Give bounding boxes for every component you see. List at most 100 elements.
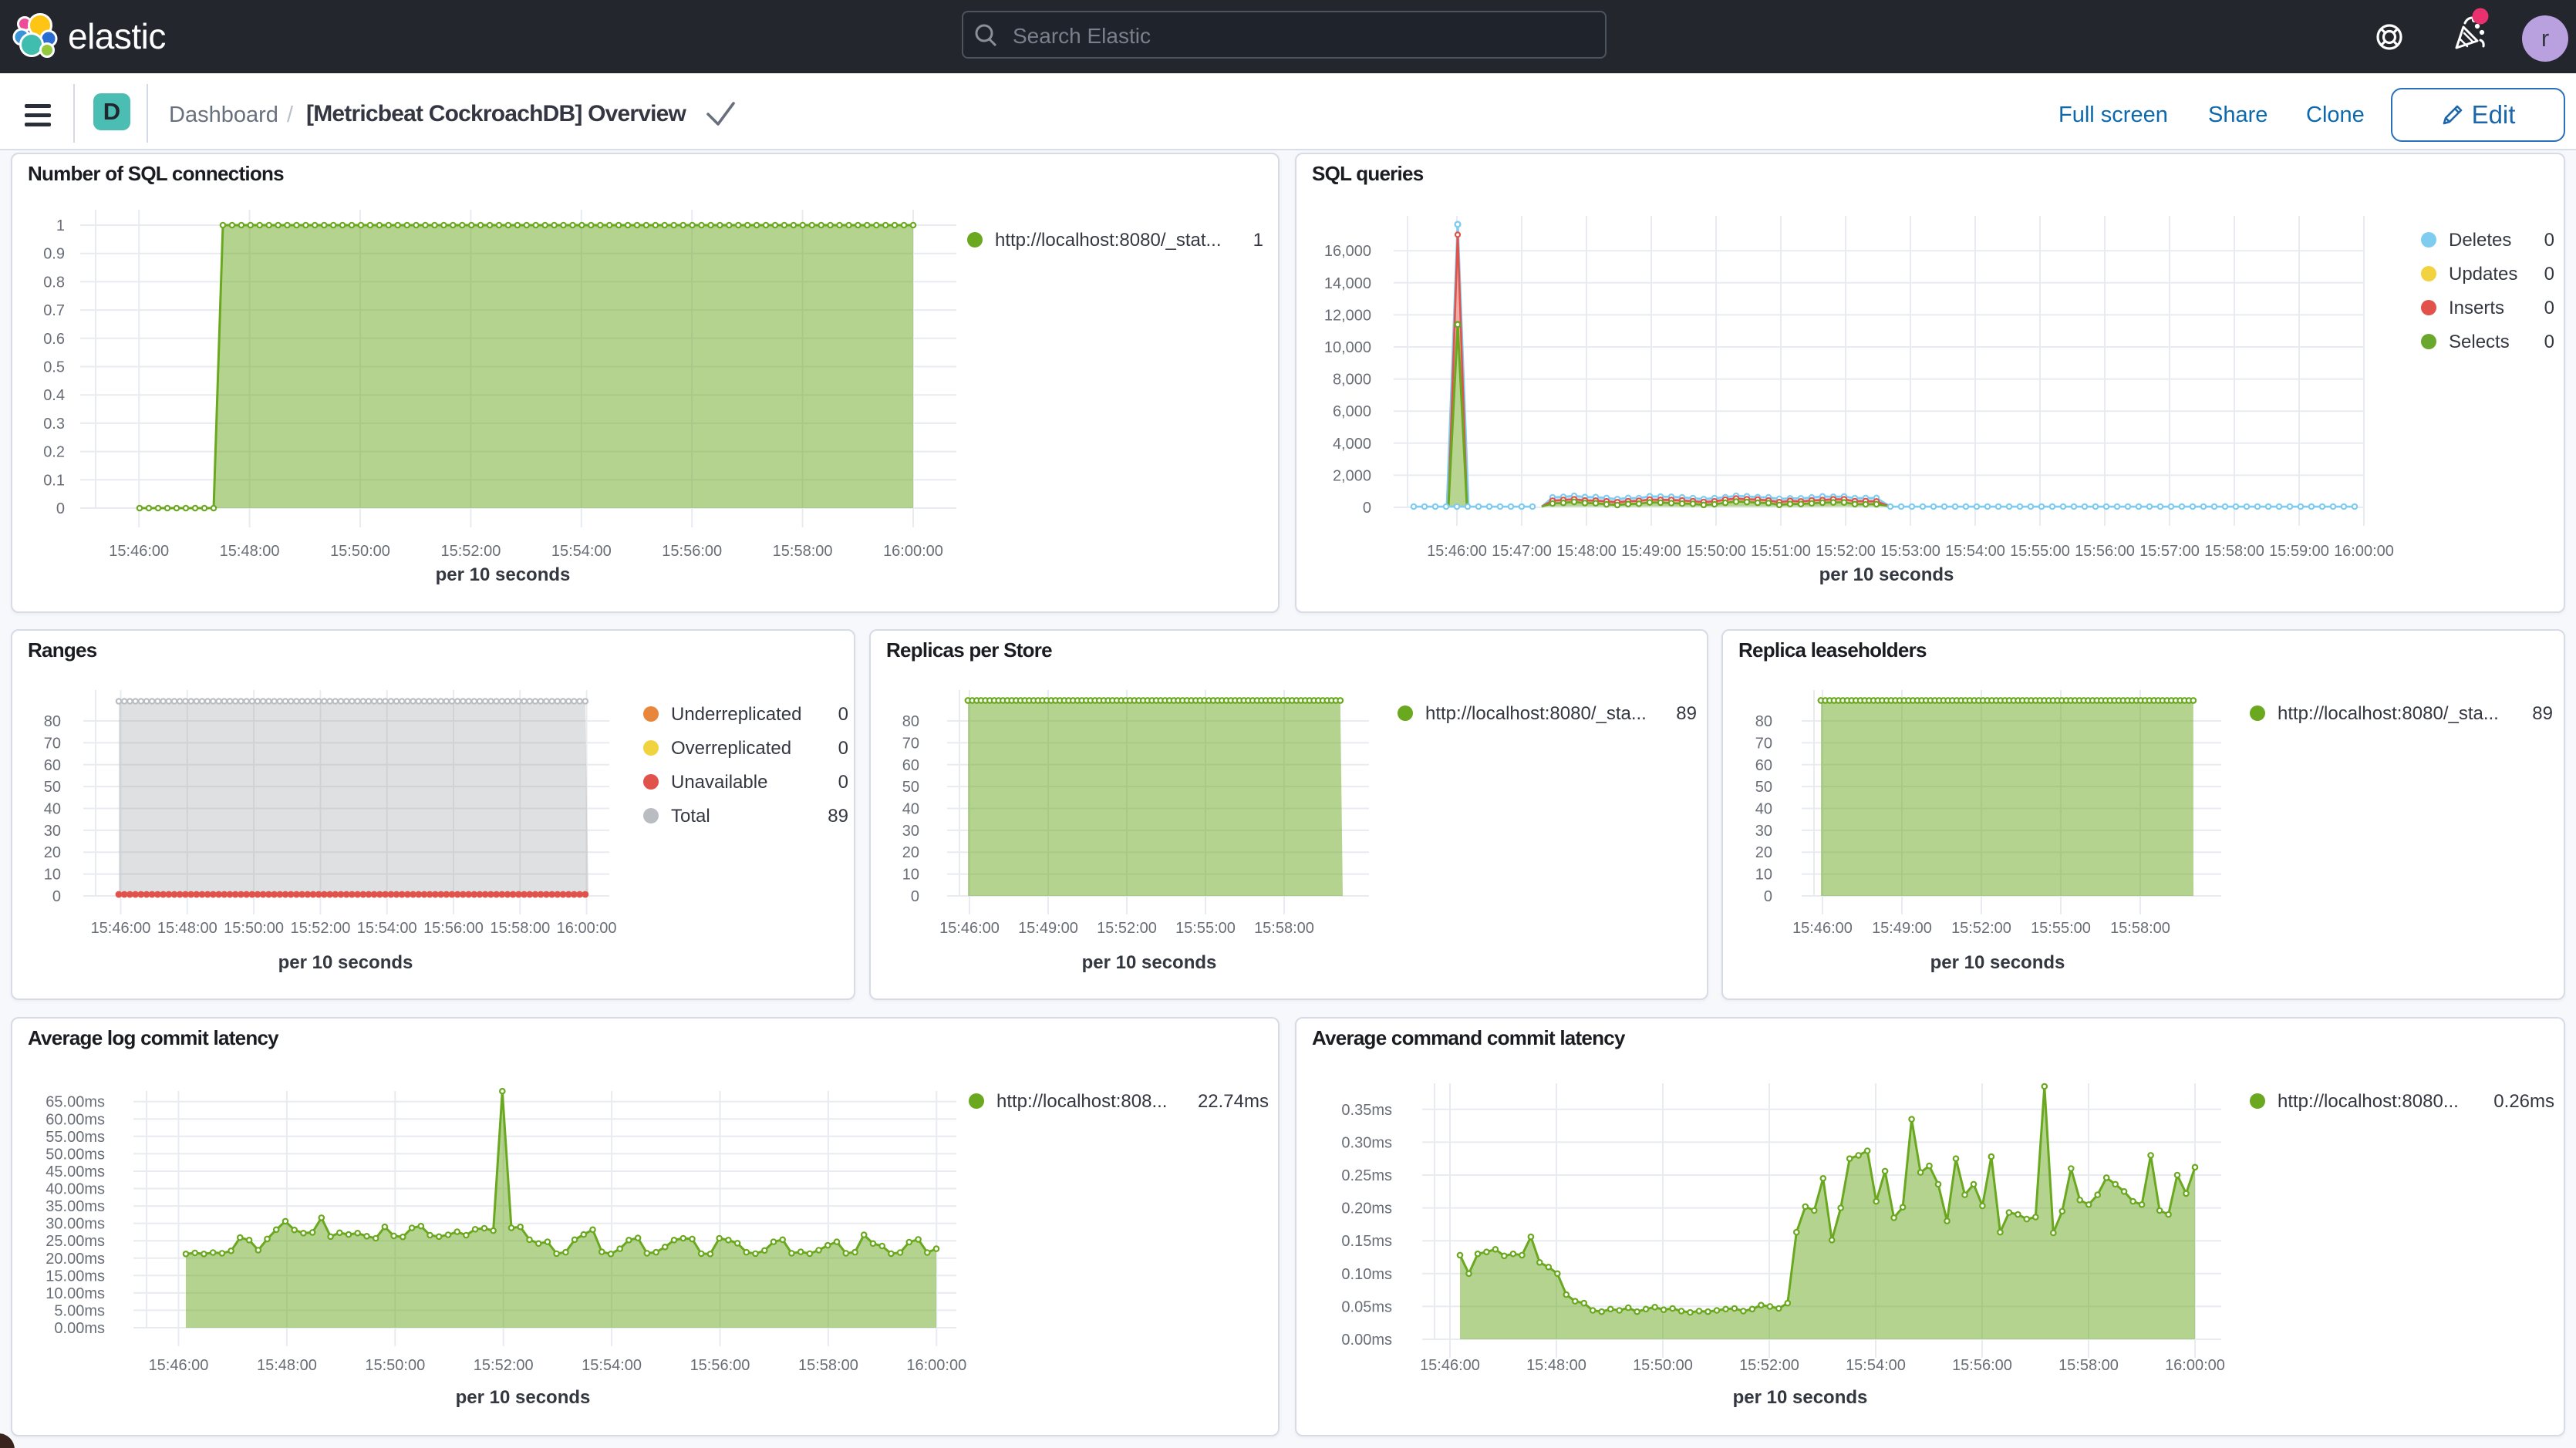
svg-text:0: 0 xyxy=(1363,500,1371,517)
svg-text:0.7: 0.7 xyxy=(43,302,65,319)
svg-text:Updates: Updates xyxy=(2449,264,2517,285)
svg-text:0.00ms: 0.00ms xyxy=(54,1320,105,1337)
svg-text:15:49:00: 15:49:00 xyxy=(1018,920,1078,937)
svg-text:15:56:00: 15:56:00 xyxy=(662,543,722,560)
svg-text:0.6: 0.6 xyxy=(43,331,65,348)
svg-text:55.00ms: 55.00ms xyxy=(46,1129,105,1146)
svg-text:60.00ms: 60.00ms xyxy=(46,1111,105,1128)
svg-text:0.25ms: 0.25ms xyxy=(1341,1167,1392,1184)
svg-text:40.00ms: 40.00ms xyxy=(46,1181,105,1198)
svg-text:0.5: 0.5 xyxy=(43,359,65,376)
svg-text:Deletes: Deletes xyxy=(2449,230,2511,251)
svg-text:40: 40 xyxy=(902,801,919,818)
svg-text:15:55:00: 15:55:00 xyxy=(1175,920,1236,937)
svg-text:15:52:00: 15:52:00 xyxy=(290,920,350,937)
svg-text:60: 60 xyxy=(44,757,61,774)
svg-text:10.00ms: 10.00ms xyxy=(46,1285,105,1302)
svg-text:15:46:00: 15:46:00 xyxy=(149,1357,209,1374)
svg-text:16:00:00: 16:00:00 xyxy=(906,1357,966,1374)
svg-text:20: 20 xyxy=(44,844,61,861)
svg-text:15:52:00: 15:52:00 xyxy=(474,1357,534,1374)
svg-text:0.8: 0.8 xyxy=(43,274,65,291)
svg-text:15:48:00: 15:48:00 xyxy=(1556,543,1617,560)
svg-text:50: 50 xyxy=(1755,779,1772,796)
svg-text:per 10 seconds: per 10 seconds xyxy=(1733,1387,1868,1408)
svg-text:15:57:00: 15:57:00 xyxy=(2139,543,2200,560)
svg-text:80: 80 xyxy=(902,713,919,730)
svg-text:0: 0 xyxy=(2544,230,2554,251)
svg-text:0: 0 xyxy=(838,772,848,793)
svg-text:89: 89 xyxy=(1676,703,1697,724)
svg-text:1: 1 xyxy=(1253,230,1263,251)
svg-text:4,000: 4,000 xyxy=(1333,436,1371,453)
svg-text:10: 10 xyxy=(902,867,919,884)
svg-text:70: 70 xyxy=(1755,735,1772,752)
svg-text:15:47:00: 15:47:00 xyxy=(1492,543,1552,560)
svg-text:15:51:00: 15:51:00 xyxy=(1751,543,1811,560)
svg-text:15:48:00: 15:48:00 xyxy=(157,920,217,937)
svg-text:0.26ms: 0.26ms xyxy=(2493,1091,2554,1112)
svg-text:0.3: 0.3 xyxy=(43,416,65,433)
svg-text:1: 1 xyxy=(56,217,65,234)
svg-text:0.00ms: 0.00ms xyxy=(1341,1332,1392,1349)
svg-text:15:58:00: 15:58:00 xyxy=(1254,920,1314,937)
svg-text:15:50:00: 15:50:00 xyxy=(1633,1357,1693,1374)
svg-text:Overreplicated: Overreplicated xyxy=(671,738,791,759)
svg-text:15:56:00: 15:56:00 xyxy=(1952,1357,2012,1374)
svg-text:80: 80 xyxy=(1755,713,1772,730)
svg-text:5.00ms: 5.00ms xyxy=(54,1302,105,1319)
svg-text:15:46:00: 15:46:00 xyxy=(91,920,151,937)
svg-text:0.1: 0.1 xyxy=(43,472,65,489)
svg-text:per 10 seconds: per 10 seconds xyxy=(1819,564,1954,585)
svg-text:15:46:00: 15:46:00 xyxy=(939,920,1000,937)
svg-text:15:58:00: 15:58:00 xyxy=(490,920,550,937)
svg-text:15:46:00: 15:46:00 xyxy=(109,543,169,560)
svg-text:30: 30 xyxy=(902,823,919,840)
svg-text:15:50:00: 15:50:00 xyxy=(365,1357,425,1374)
svg-text:15:54:00: 15:54:00 xyxy=(551,543,612,560)
svg-text:20: 20 xyxy=(1755,844,1772,861)
svg-text:30.00ms: 30.00ms xyxy=(46,1216,105,1233)
svg-text:50.00ms: 50.00ms xyxy=(46,1146,105,1163)
svg-text:0.35ms: 0.35ms xyxy=(1341,1102,1392,1119)
svg-text:40: 40 xyxy=(1755,801,1772,818)
svg-text:10: 10 xyxy=(1755,867,1772,884)
svg-text:15:52:00: 15:52:00 xyxy=(1951,920,2011,937)
svg-text:40: 40 xyxy=(44,801,61,818)
svg-text:15:58:00: 15:58:00 xyxy=(798,1357,858,1374)
svg-text:15:56:00: 15:56:00 xyxy=(423,920,484,937)
svg-text:15:55:00: 15:55:00 xyxy=(2031,920,2091,937)
svg-text:15:49:00: 15:49:00 xyxy=(1872,920,1932,937)
svg-text:10: 10 xyxy=(44,867,61,884)
svg-text:0: 0 xyxy=(56,500,65,517)
svg-text:0.4: 0.4 xyxy=(43,387,65,404)
svg-text:14,000: 14,000 xyxy=(1324,275,1371,292)
svg-text:0.05ms: 0.05ms xyxy=(1341,1298,1392,1315)
svg-text:15:53:00: 15:53:00 xyxy=(1880,543,1940,560)
svg-text:15:48:00: 15:48:00 xyxy=(257,1357,317,1374)
svg-text:15.00ms: 15.00ms xyxy=(46,1268,105,1285)
svg-text:0: 0 xyxy=(2544,332,2554,352)
svg-text:per 10 seconds: per 10 seconds xyxy=(456,1387,591,1408)
svg-text:15:46:00: 15:46:00 xyxy=(1792,920,1853,937)
svg-text:Unavailable: Unavailable xyxy=(671,772,767,793)
svg-text:80: 80 xyxy=(44,713,61,730)
svg-text:16,000: 16,000 xyxy=(1324,243,1371,260)
svg-text:15:48:00: 15:48:00 xyxy=(220,543,280,560)
svg-text:35.00ms: 35.00ms xyxy=(46,1198,105,1215)
svg-text:15:54:00: 15:54:00 xyxy=(582,1357,642,1374)
svg-text:per 10 seconds: per 10 seconds xyxy=(436,564,571,585)
svg-text:22.74ms: 22.74ms xyxy=(1198,1091,1269,1112)
svg-text:0: 0 xyxy=(1764,888,1772,905)
svg-text:15:54:00: 15:54:00 xyxy=(1846,1357,1906,1374)
svg-text:15:48:00: 15:48:00 xyxy=(1526,1357,1586,1374)
svg-text:15:52:00: 15:52:00 xyxy=(440,543,501,560)
svg-text:89: 89 xyxy=(828,806,848,827)
svg-text:45.00ms: 45.00ms xyxy=(46,1163,105,1180)
svg-text:0: 0 xyxy=(838,704,848,725)
svg-text:15:58:00: 15:58:00 xyxy=(2110,920,2170,937)
svg-text:15:58:00: 15:58:00 xyxy=(773,543,833,560)
svg-text:0.20ms: 0.20ms xyxy=(1341,1200,1392,1217)
svg-text:http://localhost:8080...: http://localhost:8080... xyxy=(2278,1091,2459,1112)
svg-text:15:54:00: 15:54:00 xyxy=(357,920,417,937)
